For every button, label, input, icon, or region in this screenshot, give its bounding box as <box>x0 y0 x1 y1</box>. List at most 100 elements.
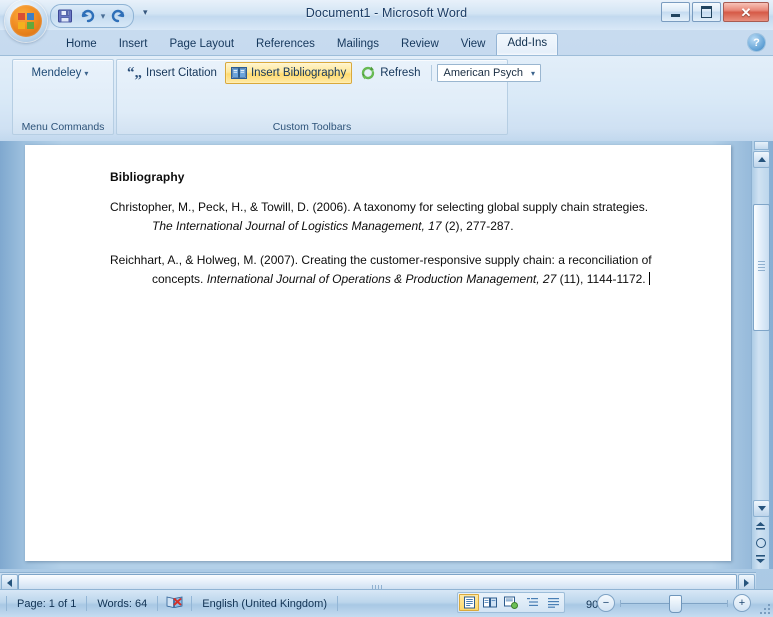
document-workspace: Bibliography Christopher, M., Peck, H., … <box>0 141 773 569</box>
maximize-icon <box>701 6 712 18</box>
zoom-slider-track[interactable] <box>620 594 728 613</box>
select-browse-object-button[interactable] <box>753 535 768 550</box>
undo-dropdown-caret[interactable]: ▾ <box>99 11 107 22</box>
redo-button[interactable] <box>109 7 129 25</box>
title-bar: Document1 - Microsoft Word ▾ ▾ ✕ <box>0 0 773 42</box>
status-bar: Page: 1 of 1 Words: 64 English (United K… <box>0 589 773 617</box>
ribbon-group-menu-commands: Mendeley ▾ Menu Commands <box>12 59 114 135</box>
quick-access-toolbar: ▾ <box>50 4 134 28</box>
save-button[interactable] <box>55 7 75 25</box>
office-logo-icon <box>18 13 34 29</box>
view-draft-button[interactable] <box>543 594 563 611</box>
document-text-body[interactable]: Bibliography Christopher, M., Peck, H., … <box>110 170 665 290</box>
double-arrow-down-icon <box>756 555 765 563</box>
undo-button[interactable] <box>77 7 97 25</box>
zoom-slider-control: − + <box>597 594 751 613</box>
tab-references[interactable]: References <box>245 34 326 55</box>
browse-object-controls <box>753 519 768 567</box>
window-controls: ✕ <box>661 2 769 22</box>
redo-icon <box>111 9 125 23</box>
full-screen-reading-icon <box>483 597 497 608</box>
reference-suffix: (11), 1144-1172. <box>556 272 646 287</box>
insert-citation-label: Insert Citation <box>146 67 217 79</box>
scroll-up-button[interactable] <box>753 151 770 168</box>
ribbon-tabs: Home Insert Page Layout References Maili… <box>55 30 559 55</box>
citation-style-value: American Psych <box>443 67 523 79</box>
double-arrow-up-icon <box>756 522 765 530</box>
scroll-down-button[interactable] <box>753 500 770 517</box>
bibliography-entry: Christopher, M., Peck, H., & Towill, D. … <box>110 198 665 237</box>
zoom-in-button[interactable]: + <box>733 594 751 612</box>
mendeley-menu-button[interactable]: Mendeley ▾ <box>26 65 101 81</box>
text-cursor <box>648 272 650 286</box>
reference-suffix: (2), 277-287. <box>441 219 514 234</box>
mendeley-menu-label: Mendeley <box>31 67 82 79</box>
next-page-button[interactable] <box>753 551 768 566</box>
refresh-button[interactable]: Refresh <box>354 62 426 84</box>
ribbon-tab-strip: Home Insert Page Layout References Maili… <box>0 30 773 55</box>
help-button[interactable]: ? <box>748 34 765 51</box>
zoom-slider-thumb[interactable] <box>669 594 682 613</box>
minimize-button[interactable] <box>661 2 690 22</box>
close-icon: ✕ <box>740 4 752 20</box>
language-indicator[interactable]: English (United Kingdom) <box>192 598 337 610</box>
ribbon: Mendeley ▾ Menu Commands “„ Insert Citati… <box>0 55 773 142</box>
undo-icon <box>81 9 95 23</box>
word-application-window: Document1 - Microsoft Word ▾ ▾ ✕ Home In… <box>0 0 773 617</box>
tab-review[interactable]: Review <box>390 34 450 55</box>
arrow-down-icon <box>757 506 766 511</box>
view-full-screen-reading-button[interactable] <box>480 594 500 611</box>
ribbon-group-custom-toolbars: “„ Insert Citation Insert Bibliography R… <box>116 59 541 135</box>
group-label-menu-commands: Menu Commands <box>21 121 105 133</box>
arrow-right-icon <box>744 578 749 587</box>
arrow-up-icon <box>757 157 766 162</box>
horizontal-scrollbar[interactable] <box>0 572 756 592</box>
insert-bibliography-button[interactable]: Insert Bibliography <box>224 62 353 84</box>
tab-insert[interactable]: Insert <box>108 34 159 55</box>
citation-style-dropdown[interactable]: American Psych ▾ <box>437 64 541 82</box>
tab-home[interactable]: Home <box>55 34 108 55</box>
bibliography-book-icon <box>230 67 247 79</box>
tab-view[interactable]: View <box>450 34 497 55</box>
view-mode-buttons <box>457 592 565 613</box>
previous-page-button[interactable] <box>753 519 768 534</box>
chevron-down-icon: ▾ <box>84 69 89 78</box>
bibliography-heading: Bibliography <box>110 170 185 184</box>
proofing-status-button[interactable] <box>158 595 191 612</box>
customize-quick-access-toolbar-button[interactable]: ▾ <box>143 7 148 18</box>
vertical-scrollbar[interactable] <box>751 141 770 569</box>
scroll-thumb-grip <box>758 261 765 273</box>
view-outline-button[interactable] <box>522 594 542 611</box>
tab-add-ins[interactable]: Add-Ins <box>496 33 559 55</box>
document-page[interactable]: Bibliography Christopher, M., Peck, H., … <box>25 145 731 561</box>
maximize-button[interactable] <box>692 2 721 22</box>
tab-page-layout[interactable]: Page Layout <box>158 34 245 55</box>
page-indicator[interactable]: Page: 1 of 1 <box>7 598 86 610</box>
insert-citation-button[interactable]: “„ Insert Citation <box>121 64 223 82</box>
arrow-left-icon <box>7 578 12 587</box>
vertical-scroll-thumb[interactable] <box>753 204 770 331</box>
tab-mailings[interactable]: Mailings <box>326 34 390 55</box>
proofing-errors-icon <box>166 596 183 609</box>
view-print-layout-button[interactable] <box>459 594 479 611</box>
insert-bibliography-label: Insert Bibliography <box>250 67 347 79</box>
reference-journal: International Journal of Operations & Pr… <box>206 272 557 287</box>
save-icon <box>58 9 72 23</box>
zoom-out-button[interactable]: − <box>597 594 615 612</box>
reference-prefix: Christopher, M., Peck, H., & Towill, D. … <box>110 200 649 214</box>
web-layout-icon <box>504 596 518 609</box>
word-count[interactable]: Words: 64 <box>87 598 157 610</box>
print-layout-icon <box>463 596 475 609</box>
resize-grip[interactable] <box>758 602 770 614</box>
view-web-layout-button[interactable] <box>501 594 521 611</box>
refresh-icon <box>362 66 375 80</box>
chevron-down-icon: ▾ <box>530 68 535 78</box>
split-window-handle[interactable] <box>754 141 769 150</box>
minimize-icon <box>671 13 680 17</box>
outline-icon <box>526 598 538 606</box>
close-button[interactable]: ✕ <box>723 2 769 22</box>
bibliography-entry: Reichhart, A., & Holweg, M. (2007). Crea… <box>110 251 665 290</box>
group-label-custom-toolbars: Custom Toolbars <box>272 121 352 133</box>
draft-icon <box>547 598 559 608</box>
mendeley-toolbar: “„ Insert Citation Insert Bibliography R… <box>121 62 541 84</box>
